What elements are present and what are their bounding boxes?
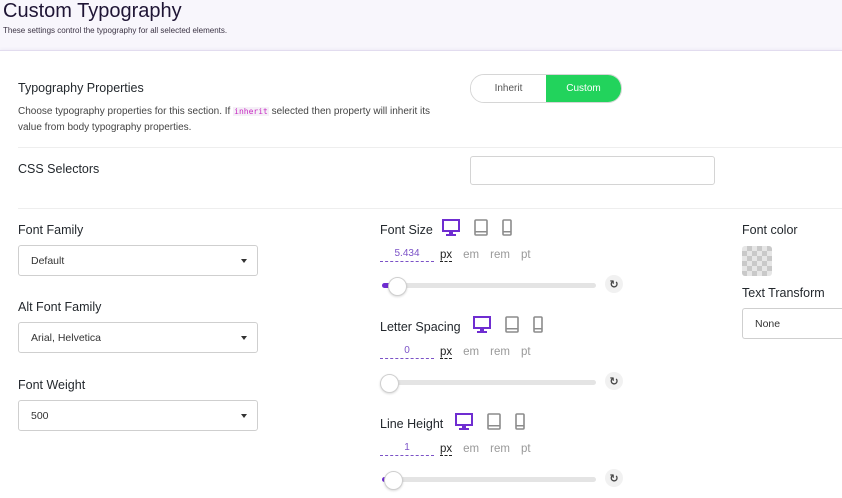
tablet-icon[interactable] <box>487 413 501 430</box>
css-selectors-label: CSS Selectors <box>18 162 100 176</box>
text-transform-label: Text Transform <box>742 286 825 300</box>
font-family-select[interactable]: Default <box>18 245 258 276</box>
letter-spacing-slider-handle[interactable] <box>380 374 399 393</box>
unit-rem[interactable]: rem <box>490 249 510 262</box>
font-family-value: Default <box>31 254 65 267</box>
desktop-icon[interactable] <box>455 413 473 430</box>
unit-em[interactable]: em <box>463 346 479 359</box>
custom-option[interactable]: Custom <box>546 75 621 102</box>
font-size-value[interactable]: 5.434 <box>380 248 434 262</box>
letter-spacing-label: Letter Spacing <box>380 320 461 334</box>
css-selectors-input[interactable] <box>470 156 715 185</box>
font-size-slider-track[interactable] <box>382 283 596 288</box>
unit-px[interactable]: px <box>440 346 453 359</box>
font-color-swatch[interactable] <box>742 246 772 276</box>
desktop-icon[interactable] <box>442 219 460 236</box>
unit-pt[interactable]: pt <box>521 346 531 359</box>
unit-em[interactable]: em <box>463 249 479 262</box>
mobile-icon[interactable] <box>533 316 543 333</box>
font-family-label: Font Family <box>18 223 84 237</box>
font-color-label: Font color <box>742 223 798 237</box>
text-transform-value: None <box>755 317 781 330</box>
typography-properties-label: Typography Properties <box>18 81 144 95</box>
line-height-value[interactable]: 1 <box>380 442 434 456</box>
unit-em[interactable]: em <box>463 443 479 456</box>
reset-icon[interactable]: ↻ <box>605 372 623 390</box>
line-height-slider-track[interactable] <box>382 477 596 482</box>
line-height-device-switcher <box>455 413 525 430</box>
page-title: Custom Typography <box>3 0 182 22</box>
chevron-down-icon <box>241 258 247 263</box>
alt-font-family-select[interactable]: Arial, Helvetica <box>18 322 258 353</box>
font-weight-select[interactable]: 500 <box>18 400 258 431</box>
divider <box>18 208 842 209</box>
mobile-icon[interactable] <box>502 219 512 236</box>
letter-spacing-value[interactable]: 0 <box>380 345 434 359</box>
inherit-option[interactable]: Inherit <box>471 75 546 102</box>
unit-px[interactable]: px <box>440 249 453 262</box>
chevron-down-icon <box>241 335 247 340</box>
unit-pt[interactable]: pt <box>521 443 531 456</box>
inherit-code: inherit <box>233 107 269 116</box>
line-height-slider-handle[interactable] <box>383 471 403 490</box>
reset-icon[interactable]: ↻ <box>605 275 623 293</box>
font-weight-label: Font Weight <box>18 378 86 392</box>
letter-spacing-device-switcher <box>473 316 543 333</box>
letter-spacing-slider-track[interactable] <box>382 380 596 385</box>
font-size-label: Font Size <box>380 223 433 237</box>
tablet-icon[interactable] <box>474 219 488 236</box>
font-weight-value: 500 <box>31 409 49 422</box>
page-subtitle: These settings control the typography fo… <box>3 26 228 35</box>
desktop-icon[interactable] <box>473 316 491 333</box>
description-text-before: Choose typography properties for this se… <box>18 106 234 117</box>
alt-font-family-label: Alt Font Family <box>18 300 102 314</box>
unit-rem[interactable]: rem <box>490 346 510 359</box>
line-height-label: Line Height <box>380 417 444 431</box>
letter-spacing-units: px em rem pt <box>440 346 531 359</box>
line-height-units: px em rem pt <box>440 443 531 456</box>
text-transform-select[interactable]: None <box>742 308 842 339</box>
unit-rem[interactable]: rem <box>490 443 510 456</box>
reset-icon[interactable]: ↻ <box>605 469 623 487</box>
font-size-slider-handle[interactable] <box>387 277 407 296</box>
inherit-custom-toggle: Inherit Custom <box>470 74 622 103</box>
mobile-icon[interactable] <box>515 413 525 430</box>
font-size-device-switcher <box>442 219 512 236</box>
divider <box>18 147 842 148</box>
unit-pt[interactable]: pt <box>521 249 531 262</box>
chevron-down-icon <box>241 413 247 418</box>
typography-properties-description: Choose typography properties for this se… <box>18 104 448 136</box>
tablet-icon[interactable] <box>505 316 519 333</box>
alt-font-family-value: Arial, Helvetica <box>31 331 102 344</box>
unit-px[interactable]: px <box>440 443 453 456</box>
font-size-units: px em rem pt <box>440 249 531 262</box>
